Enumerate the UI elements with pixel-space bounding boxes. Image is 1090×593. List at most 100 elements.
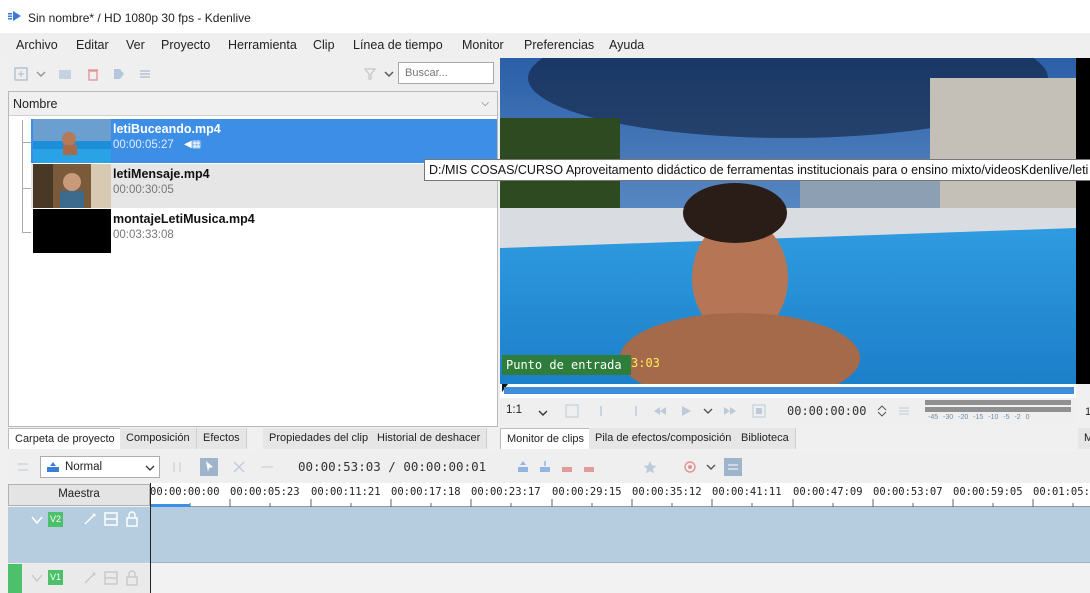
zoom-select[interactable]: 1:1 — [506, 404, 522, 416]
set-in-point-icon[interactable] — [597, 404, 611, 418]
project-monitor-video[interactable] — [1076, 58, 1090, 384]
lock-icon[interactable] — [126, 570, 138, 586]
tab-carpeta-de-proyecto[interactable]: Carpeta de proyecto — [8, 428, 122, 449]
track-label-v1: V1 — [48, 570, 63, 585]
fullscreen-icon[interactable] — [752, 404, 766, 418]
menu-editar[interactable]: Editar — [76, 38, 109, 52]
track-effects-icon[interactable] — [83, 512, 97, 526]
menu-linea-de-tiempo[interactable]: Línea de tiempo — [353, 38, 443, 52]
normal-mode-icon — [47, 462, 59, 472]
clip-duration: 00:00:05:27 — [113, 139, 174, 151]
bin-header-label: Nombre — [13, 97, 58, 111]
menu-clip[interactable]: Clip — [313, 38, 335, 52]
spacer-icon[interactable] — [170, 460, 184, 474]
razor-tool-icon[interactable] — [232, 460, 246, 474]
spacer-tool-icon[interactable] — [260, 460, 274, 474]
video-frame — [500, 58, 1076, 384]
clip-monitor-video[interactable]: Punto de entrada 3:03 — [500, 58, 1076, 384]
chevron-down-icon[interactable] — [537, 407, 549, 419]
delete-icon[interactable] — [86, 67, 100, 81]
tab-biblioteca[interactable]: Biblioteca — [735, 428, 796, 449]
lock-icon[interactable] — [126, 511, 138, 527]
chevron-down-icon[interactable] — [145, 463, 155, 473]
insert-clip-icon[interactable] — [516, 460, 530, 474]
chevron-down-icon[interactable] — [704, 460, 718, 474]
tab-efectos[interactable]: Efectos — [197, 428, 247, 449]
track-lane-v2[interactable] — [150, 507, 1090, 563]
hide-track-icon[interactable] — [104, 571, 118, 585]
clip-duration: 00:03:33:08 — [113, 229, 174, 241]
track-label-v2: V2 — [48, 512, 63, 527]
bin-column-header[interactable]: Nombre ⌵ — [9, 92, 497, 116]
play-icon[interactable] — [679, 404, 693, 418]
tab-propiedades-del-clip[interactable]: Propiedades del clip — [263, 428, 376, 449]
menu-bar: Archivo Editar Ver Proyecto Herramienta … — [0, 34, 1090, 58]
tree-line — [22, 232, 31, 233]
tab-historial-de-deshacer[interactable]: Historial de deshacer — [371, 428, 488, 449]
bin-clip-row[interactable]: montajeLetiMusica.mp4 00:03:33:08 — [31, 209, 497, 253]
collapse-track-icon[interactable] — [30, 572, 44, 584]
ruler-tick-label: 00:00:59:05 — [953, 486, 1023, 498]
record-icon[interactable] — [683, 460, 697, 474]
menu-archivo[interactable]: Archivo — [16, 38, 58, 52]
add-clip-icon[interactable] — [14, 67, 28, 81]
monitor-timecode[interactable]: 00:00:00:00 — [783, 401, 895, 421]
menu-monitor[interactable]: Monitor — [462, 38, 504, 52]
favorite-star-icon[interactable] — [643, 460, 657, 474]
ruler-tick-label: 00:00:05:23 — [230, 486, 300, 498]
menu-preferencias[interactable]: Preferencias — [524, 38, 594, 52]
chevron-down-icon[interactable] — [34, 67, 48, 81]
track-header-v1[interactable]: V1 — [8, 564, 150, 593]
extract-zone-icon[interactable] — [560, 460, 574, 474]
lift-zone-icon[interactable] — [582, 460, 596, 474]
menu-herramienta[interactable]: Herramienta — [228, 38, 297, 52]
menu-proyecto[interactable]: Proyecto — [161, 38, 210, 52]
chevron-down-icon[interactable]: ⌵ — [481, 98, 489, 109]
ruler-tick-label: 00:00:11:21 — [311, 486, 381, 498]
bin-search-input[interactable] — [398, 62, 494, 84]
forward-icon[interactable] — [723, 404, 737, 418]
chevron-down-icon[interactable] — [701, 404, 715, 418]
bin-clip-row[interactable]: letiBuceando.mp4 00:00:05:27 ◀▦ — [31, 119, 497, 163]
split-audio-icon[interactable] — [16, 460, 30, 474]
rewind-icon[interactable] — [653, 404, 667, 418]
collapse-track-icon[interactable] — [30, 514, 44, 526]
project-monitor-zoom[interactable]: 1 — [1085, 406, 1090, 418]
hide-track-icon[interactable] — [104, 512, 118, 526]
edit-mode-value: Normal — [65, 461, 103, 473]
tab-composicion[interactable]: Composición — [120, 428, 197, 449]
menu-icon[interactable] — [138, 67, 152, 81]
fit-zoom-icon[interactable] — [565, 404, 579, 418]
select-tool-icon[interactable] — [200, 458, 218, 476]
tab-pila-de-efectos[interactable]: Pila de efectos/composición — [589, 428, 739, 449]
track-lane-v1[interactable] — [150, 564, 1090, 593]
timeline-playhead[interactable] — [150, 483, 151, 593]
ruler-ticks — [150, 499, 1074, 507]
folder-icon[interactable] — [58, 67, 72, 81]
timeline-position[interactable]: 00:00:53:03 / 00:00:00:01 — [298, 459, 486, 474]
entry-point-badge: Punto de entrada — [502, 355, 631, 375]
ruler-tick-label: 00:00:29:15 — [552, 486, 622, 498]
clip-name: montajeLetiMusica.mp4 — [113, 212, 255, 226]
tab-monitor-de-clips[interactable]: Monitor de clips — [500, 428, 592, 449]
timeline-menu-icon[interactable] — [724, 458, 742, 476]
ruler-tick-label: 00:01:05:02 — [1033, 486, 1090, 498]
zone-bar[interactable] — [504, 387, 1074, 394]
track-effects-icon[interactable] — [83, 571, 97, 585]
tag-icon[interactable] — [112, 67, 126, 81]
tab-monitor-de-proyecto[interactable]: M — [1078, 428, 1090, 449]
overwrite-clip-icon[interactable] — [538, 460, 552, 474]
kdenlive-app-icon — [8, 11, 21, 21]
master-effects-button[interactable]: Maestra — [8, 484, 150, 506]
menu-ayuda[interactable]: Ayuda — [609, 38, 644, 52]
track-header-v2[interactable]: V2 — [8, 507, 150, 563]
timeline-ruler[interactable]: 00:00:00:00 00:00:05:23 00:00:11:21 00:0… — [150, 483, 1090, 507]
menu-ver[interactable]: Ver — [126, 38, 145, 52]
set-out-point-icon[interactable] — [626, 404, 640, 418]
ruler-tick-label: 00:00:23:17 — [471, 486, 541, 498]
title-bar: Sin nombre* / HD 1080p 30 fps - Kdenlive — [0, 0, 1090, 34]
filter-icon[interactable] — [363, 67, 377, 81]
filter-dropdown-chevron-icon[interactable] — [382, 67, 396, 81]
edit-mode-select[interactable]: Normal — [40, 456, 160, 478]
monitor-menu-icon[interactable] — [897, 404, 911, 418]
